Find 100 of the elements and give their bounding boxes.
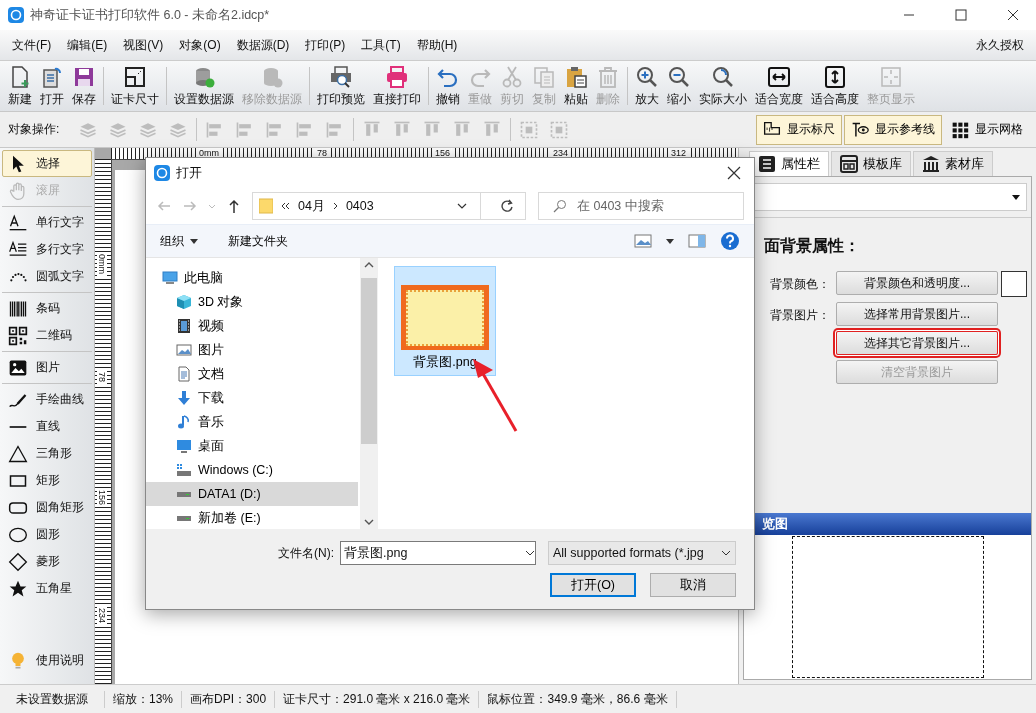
toggle-button[interactable]: 显示网格 [944, 114, 1030, 145]
file-type-dropdown[interactable]: All supported formats (*.jpg [548, 541, 736, 565]
close-icon [727, 166, 741, 180]
toolbar-button[interactable]: 适合宽度 [751, 62, 807, 110]
preview-pane-icon[interactable] [688, 234, 706, 248]
tool-item[interactable]: 直线 [2, 413, 92, 440]
toolbar-button[interactable]: 新建 [4, 62, 36, 110]
view-mode-icon[interactable] [634, 234, 652, 248]
folder-tree-item[interactable]: 视频 [146, 314, 358, 338]
address-bar[interactable]: 04月 0403 [252, 192, 526, 220]
panel-tab[interactable]: 属性栏 [749, 151, 829, 176]
section-heading: 面背景属性： [764, 236, 861, 256]
toolbar-button[interactable]: 保存 [68, 62, 100, 110]
menu-item[interactable]: 工具(T) [353, 36, 409, 54]
tool-item[interactable]: 圆形 [2, 521, 92, 548]
scrollbar[interactable] [360, 258, 378, 529]
folder-tree-item[interactable]: 桌面 [146, 434, 358, 458]
status-text: 证卡尺寸：291.0 毫米 x 216.0 毫米 [275, 690, 480, 708]
tool-item[interactable]: 圆角矩形 [2, 494, 92, 521]
panel-button[interactable]: 选择其它背景图片... [836, 331, 998, 355]
toggle-button[interactable]: 显示标尺 [756, 114, 842, 145]
scroll-down-icon[interactable] [364, 519, 374, 525]
toolbar-button[interactable]: 设置数据源 [170, 62, 238, 110]
toolbar-button[interactable]: 打开 [36, 62, 68, 110]
tool-item[interactable]: 多行文字 [2, 236, 92, 263]
toggle-button[interactable]: 显示参考线 [844, 114, 942, 145]
command-button[interactable]: 组织 [154, 229, 204, 253]
tool-item[interactable]: 圆弧文字 [2, 263, 92, 290]
folder-tree-item[interactable]: 3D 对象 [146, 290, 358, 314]
toolbar-button[interactable]: 打印预览 [313, 62, 369, 110]
panel-tab[interactable]: 模板库 [831, 151, 911, 176]
toolbar-button[interactable]: 实际大小 [695, 62, 751, 110]
properties-icon [758, 155, 776, 173]
breadcrumb-item[interactable]: 04月 [298, 197, 325, 215]
tool-item[interactable]: 二维码 [2, 322, 92, 349]
window-title: 神奇证卡证书打印软件 6.0 - 未命名2.idcp* [30, 6, 271, 24]
toolbar-button[interactable]: 缩小 [663, 62, 695, 110]
folder-tree-item[interactable]: 音乐 [146, 410, 358, 434]
dialog-button[interactable]: 打开(O) [550, 573, 636, 597]
zoom-out-icon [667, 64, 691, 89]
toolbar-button[interactable]: 证卡尺寸 [107, 62, 163, 110]
folder-icon [259, 198, 273, 214]
film-icon [176, 318, 192, 334]
toolbar-button[interactable]: 撤销 [432, 62, 464, 110]
printer-icon [385, 64, 409, 89]
menu-item[interactable]: 帮助(H) [408, 36, 466, 54]
toolbar-button[interactable]: 直接打印 [369, 62, 425, 110]
magnifier-icon [711, 64, 735, 89]
license-label[interactable]: 永久授权 [976, 36, 1032, 54]
toolbar-button[interactable]: 粘贴 [560, 62, 592, 110]
command-button[interactable]: 新建文件夹 [222, 229, 294, 253]
tool-item[interactable]: 条码 [2, 295, 92, 322]
chevron-down-icon[interactable] [457, 203, 467, 209]
folder-tree-item[interactable]: DATA1 (D:) [146, 482, 358, 506]
tool-item[interactable]: 选择 [2, 150, 92, 177]
download-arrow-icon [176, 390, 192, 406]
folder-tree-item[interactable]: 下载 [146, 386, 358, 410]
folder-tree-item[interactable]: Windows (C:) [146, 458, 358, 482]
dialog-button[interactable]: 取消 [650, 573, 736, 597]
search-field[interactable]: 在 0403 中搜索 [538, 192, 744, 220]
menu-item[interactable]: 打印(P) [297, 36, 354, 54]
panel-tab[interactable]: 素材库 [913, 151, 993, 176]
panel-button[interactable]: 背景颜色和透明度... [836, 271, 998, 295]
help-icon[interactable] [720, 231, 740, 251]
folder-tree-item[interactable]: 文档 [146, 362, 358, 386]
drive-icon [176, 462, 192, 478]
help-button[interactable]: 使用说明 [2, 647, 92, 674]
copy-icon [532, 64, 556, 89]
tool-item[interactable]: 三角形 [2, 440, 92, 467]
folder-tree-item[interactable]: 此电脑 [146, 266, 358, 290]
panel-button[interactable]: 选择常用背景图片... [836, 302, 998, 326]
scroll-up-icon[interactable] [364, 262, 374, 268]
menu-item[interactable]: 文件(F) [4, 36, 60, 54]
chevron-right-icon [332, 202, 338, 210]
refresh-icon[interactable] [500, 199, 514, 213]
close-icon [1007, 9, 1019, 21]
color-swatch[interactable] [1001, 271, 1027, 297]
tool-item[interactable]: 五角星 [2, 575, 92, 602]
menu-item[interactable]: 视图(V) [115, 36, 172, 54]
drive-icon [176, 491, 192, 498]
menu-item[interactable]: 数据源(D) [228, 36, 298, 54]
toolbar-button[interactable]: 放大 [631, 62, 663, 110]
ruler-label: 156 [97, 488, 107, 508]
tool-item[interactable]: 单行文字 [2, 209, 92, 236]
toolbar-button[interactable]: 适合高度 [807, 62, 863, 110]
object-operations-label: 对象操作: [8, 121, 60, 138]
tool-item[interactable]: 菱形 [2, 548, 92, 575]
dropdown-arrow-icon[interactable] [666, 238, 674, 244]
single-line-text-icon [8, 212, 28, 233]
field-label: 背景颜色： [769, 276, 831, 293]
breadcrumb-item[interactable]: 0403 [345, 199, 374, 213]
menu-item[interactable]: 编辑(E) [59, 36, 116, 54]
menu-item[interactable]: 对象(O) [171, 36, 229, 54]
folder-tree-item[interactable]: 新加卷 (E:) [146, 506, 358, 529]
trash-icon [596, 64, 620, 89]
file-name-field[interactable]: 背景图.png [340, 541, 536, 565]
folder-tree-item[interactable]: 图片 [146, 338, 358, 362]
tool-item[interactable]: 图片 [2, 354, 92, 381]
tool-item[interactable]: 矩形 [2, 467, 92, 494]
tool-item[interactable]: 手绘曲线 [2, 386, 92, 413]
